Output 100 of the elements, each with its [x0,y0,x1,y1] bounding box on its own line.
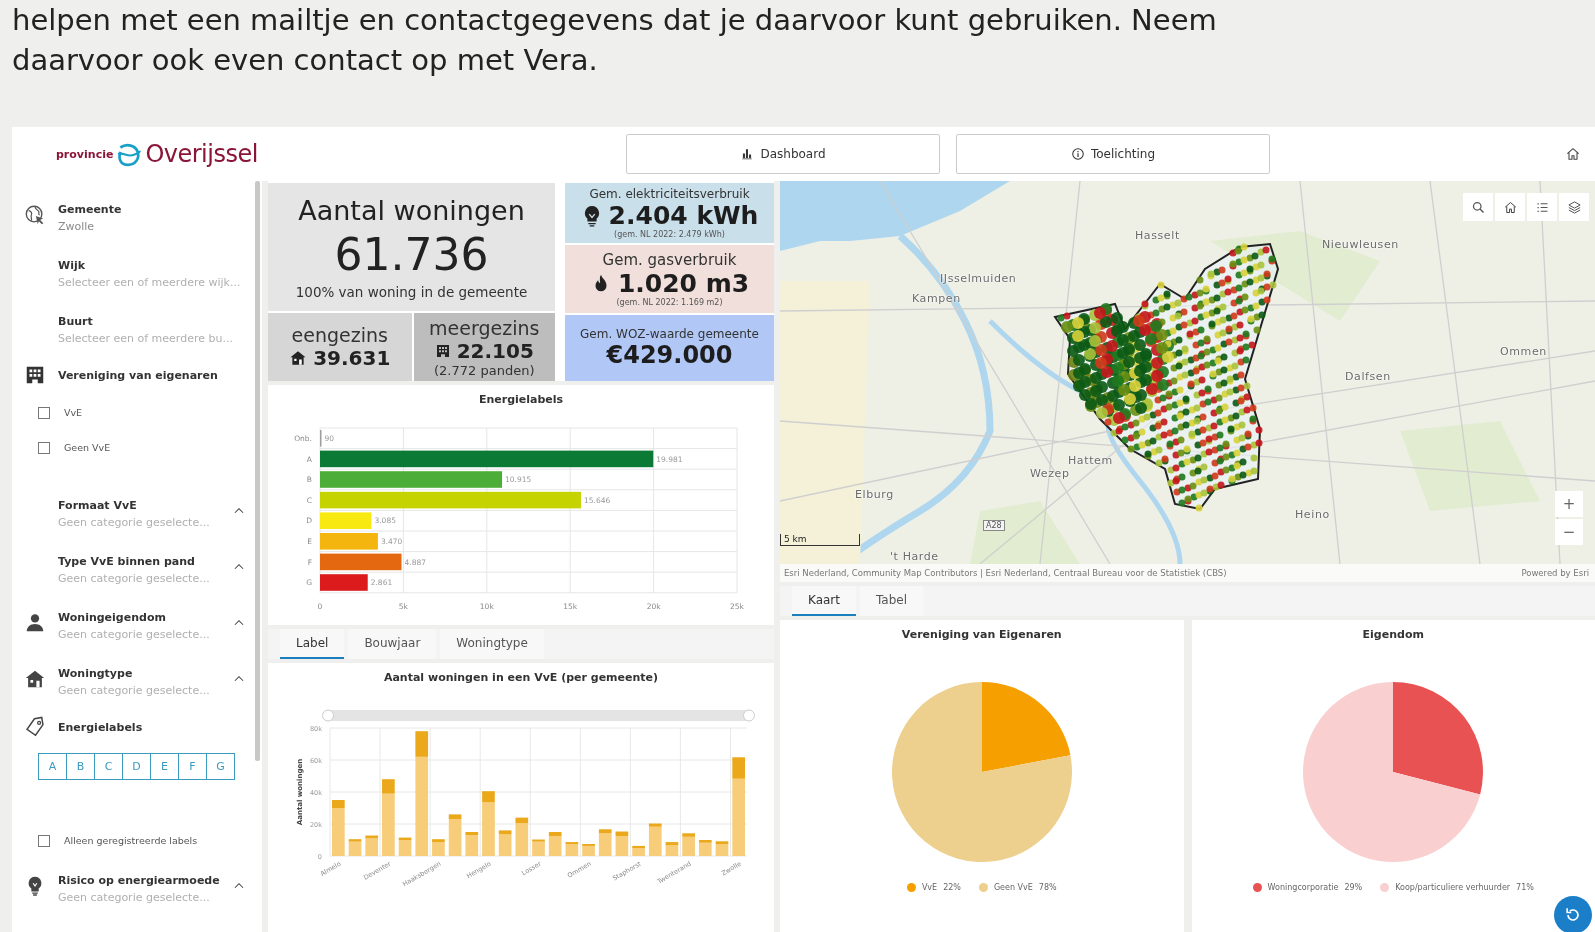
attribution-text: Powered by Esri [1521,568,1589,578]
intro-paragraph: helpen met een mailtje en contactgegevens dat je daarvoor kunt gebruiken. Neem [12,2,1218,39]
layers-icon [1566,199,1582,215]
intro-paragraph: daarvoor ook even contact op met Vera. [12,42,599,79]
map-place-label: Hattem [1068,454,1113,467]
person-icon [24,612,46,634]
legend-value: 22% [943,883,961,892]
map-place-label: Hasselt [1135,229,1180,242]
chart-title: Aantal woningen in een VvE (per gemeente) [382,670,660,684]
energy-label-button[interactable]: B [66,753,95,780]
road-number-label: A28 [983,520,1005,531]
map-drawing[interactable] [780,181,1595,564]
info-button[interactable]: Toelichting [956,134,1270,174]
card-value: 1.020 m3 [617,269,750,298]
checkbox[interactable] [38,834,50,847]
checkbox-label: VvE [64,407,84,418]
stat-note: (2.772 panden) [434,362,535,378]
list-button[interactable] [1527,193,1557,221]
placeholder-text[interactable]: Geen categorie geselecte... [58,627,232,641]
placeholder-text[interactable]: Geen categorie geselecte... [58,683,232,697]
checkbox-label: Geen VvE [64,442,112,453]
filter-label: Buurt [58,314,93,328]
filter-label: Woningtype [58,666,133,680]
house-icon [289,349,308,367]
zoom-out-button[interactable]: − [1555,519,1583,545]
chart-title: Energielabels [477,392,565,406]
card-note: (gem. NL 2022: 1.169 m2) [616,298,723,307]
building-icon [24,364,46,386]
layers-button[interactable] [1559,193,1589,221]
filter-label: Gemeente [58,202,122,216]
chart-title: Eigendom [1362,627,1424,641]
card-title: Gem. elektriciteitsverbruik [589,187,750,201]
map-place-label: IJsselmuiden [940,272,1017,285]
tab[interactable]: Label [280,629,345,659]
stat-value: 22.105 [456,338,534,363]
placeholder-text[interactable]: Geen categorie geselecte... [58,890,232,904]
section-title: Energielabels [58,720,144,734]
energy-label-button[interactable]: A [38,753,67,780]
map-place-label: Heino [1295,508,1330,521]
logo-name: Overijssel [145,140,258,168]
building-icon [434,342,451,359]
attribution-text: Esri Nederland, Community Map Contributors | Esri Nederland, Centraal Bureau voor de Statistiek (CBS) [784,568,1227,578]
search-icon [1470,199,1486,215]
search-button[interactable] [1463,193,1493,221]
filter-label: Wijk [58,258,85,272]
placeholder-text[interactable]: Selecteer een of meerdere bu... [58,331,233,345]
checkbox[interactable] [38,406,50,419]
legend-value: 29% [1344,883,1363,892]
globe-cursor-icon [24,204,46,226]
legend-label: Geen VvE [993,883,1033,892]
card-value: 2.404 kWh [608,201,759,230]
stat-value: 39.631 [313,346,391,370]
filter-label: Type VvE binnen pand [58,554,195,568]
section-title: Vereniging van eigenaren [58,368,219,382]
filter-label: Woningeigendom [58,610,166,624]
legend-label: Koop/particuliere verhuurder [1395,883,1511,892]
bar-chart-icon [740,147,755,161]
map-place-label: Nieuwleusen [1322,238,1399,251]
energy-label-button[interactable]: F [178,753,207,780]
legend-value: 71% [1516,883,1534,892]
tag-icon [24,716,46,738]
energy-label-button[interactable]: G [206,753,235,780]
map-place-label: 't Harde [890,550,939,563]
info-icon [1070,147,1085,161]
tab[interactable]: Woningtype [440,629,544,659]
energy-label-button[interactable]: C [94,753,123,780]
stat-label: eengezins [291,324,388,346]
placeholder-text[interactable]: Geen categorie geselecte... [58,515,232,529]
stat-value: 61.736 [334,227,489,282]
map-place-label: Wezep [1030,467,1070,480]
filter-label: Risico op energiearmoede [58,873,220,887]
selected-value[interactable]: Zwolle [58,219,232,233]
map-place-label: Ommen [1500,345,1547,358]
house-icon [24,668,46,690]
logo-text: provincie [56,147,114,161]
card-title: Gem. WOZ-waarde gemeente [580,327,759,341]
energy-label-button[interactable]: D [122,753,151,780]
map-place-label: Elburg [855,488,894,501]
logo-swoosh-icon [116,141,143,167]
checkbox-label: Alleen geregistreerde labels [64,835,199,846]
map-place-label: Kampen [912,292,961,305]
tab[interactable]: Kaart [792,586,856,616]
stat-note: 100% van woning in de gemeente [295,283,528,300]
card-value: €429.000 [606,341,733,369]
home-button[interactable] [1495,193,1525,221]
placeholder-text[interactable]: Geen categorie geselecte... [58,571,232,585]
tab[interactable]: Tabel [860,586,924,616]
scale-bar: 5 km [780,534,860,546]
legend-label: Woningcorporatie [1267,883,1339,892]
checkbox[interactable] [38,441,50,454]
filter-label: Formaat VvE [58,498,137,512]
tab[interactable]: Bouwjaar [348,629,437,659]
dashboard-button[interactable]: Dashboard [626,134,940,174]
scrollbar[interactable] [255,181,260,761]
placeholder-text[interactable]: Selecteer een of meerdere wijk... [58,275,241,289]
energy-label-button[interactable]: E [150,753,179,780]
home-icon[interactable] [1565,146,1581,162]
zoom-in-button[interactable]: + [1555,491,1583,517]
range-slider[interactable] [322,709,755,722]
home-icon [1502,199,1518,215]
